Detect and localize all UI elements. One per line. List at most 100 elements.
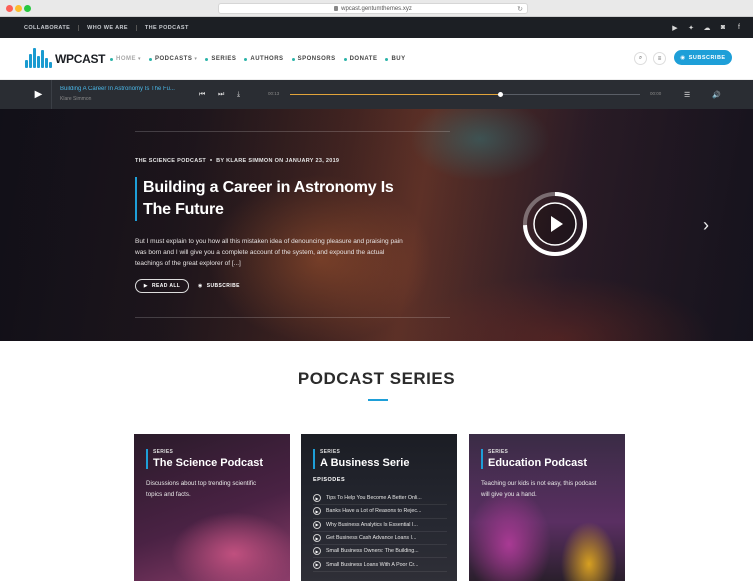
top-link-who-we-are[interactable]: WHO WE ARE (87, 25, 128, 31)
section-title-underline (368, 399, 388, 401)
read-all-label: READ ALL (151, 283, 181, 289)
meta-separator (210, 159, 213, 161)
youtube-icon[interactable]: ▶ (671, 24, 679, 32)
reload-icon[interactable]: ↻ (517, 5, 523, 15)
episode-item[interactable]: ▶ Get Business Cash Advance Loans I... (313, 532, 447, 546)
series-card-label: SERIES A Business Serie (313, 449, 409, 469)
play-icon[interactable]: ▶ (313, 534, 321, 543)
menu-icon[interactable]: ≡ (653, 52, 666, 65)
episode-item[interactable]: ▶ Small Business Owners: The Building... (313, 545, 447, 559)
player-track-title[interactable]: Building A Career In Astronomy Is The Fu… (60, 86, 188, 92)
player-progress-fill (290, 94, 500, 95)
nav-label: HOME (116, 56, 136, 62)
nav-item-podcasts[interactable]: PODCASTS ▾ (149, 56, 197, 62)
read-all-button[interactable]: ▶ READ ALL (135, 279, 189, 293)
nav-label: SERIES (211, 56, 237, 62)
series-card-name[interactable]: A Business Serie (320, 457, 409, 469)
episode-title: Why Business Analytics Is Essential I... (326, 521, 418, 528)
series-card-science[interactable]: SERIES The Science Podcast Discussions a… (134, 434, 290, 581)
play-icon[interactable]: ▶ (313, 520, 321, 529)
episode-item[interactable]: ▶ Small Business Loans With A Poor Cr... (313, 558, 447, 572)
top-link-the-podcast[interactable]: THE PODCAST (145, 25, 189, 31)
episodes-heading: EPISODES (313, 477, 346, 483)
nav-item-donate[interactable]: DONATE (343, 56, 378, 62)
top-bar: COLLABORATE WHO WE ARE THE PODCAST ▶ ✦ ☁… (0, 17, 753, 38)
rss-icon: ◉ (680, 54, 686, 61)
series-card-business[interactable]: SERIES A Business Serie EPISODES ▶ Tips T… (301, 434, 457, 581)
twitter-icon[interactable]: ✦ (687, 24, 695, 32)
play-icon[interactable]: ▶ (313, 507, 321, 516)
episode-item[interactable]: ▶ Why Business Analytics Is Essential I..… (313, 519, 447, 532)
hero-category[interactable]: THE SCIENCE PODCAST (135, 158, 206, 164)
episode-title: Banks Have a Lot of Reasons to Rejec... (326, 508, 422, 515)
nav-label: DONATE (349, 56, 378, 62)
site-header: WPCAST HOME ▾ PODCASTS ▾ SERIES AUTHORS SP… (0, 38, 753, 80)
top-link-collaborate[interactable]: COLLABORATE (24, 25, 70, 31)
nav-bullet-icon (291, 57, 295, 61)
hero-excerpt: But I must explain to you how all this m… (135, 238, 403, 267)
hero-subscribe-link[interactable]: ◉ SUBSCRIBE (198, 279, 240, 293)
close-window-button[interactable] (6, 5, 13, 12)
episode-list: ▶ Tips To Help You Become A Better Onli..… (313, 492, 447, 572)
series-card-kicker: SERIES (153, 449, 174, 455)
nav-bullet-icon (110, 57, 113, 61)
nav-item-home[interactable]: HOME ▾ (110, 56, 141, 62)
series-card-name[interactable]: The Science Podcast (153, 457, 263, 469)
series-card-name[interactable]: Education Podcast (488, 457, 587, 469)
maximize-window-button[interactable] (24, 5, 31, 12)
hero-play-button[interactable] (522, 191, 588, 257)
nav-item-authors[interactable]: AUTHORS (244, 56, 283, 62)
section-title: PODCAST SERIES (297, 369, 456, 388)
soundcloud-icon[interactable]: ☁ (703, 24, 711, 32)
top-nav-divider (135, 24, 137, 31)
play-icon[interactable]: ▶ (313, 547, 321, 556)
nav-item-series[interactable]: SERIES (205, 56, 236, 62)
site-logo[interactable]: WPCAST (24, 47, 106, 71)
instagram-icon[interactable]: ◙ (719, 24, 727, 31)
skip-forward-icon[interactable]: ⏭ (218, 80, 224, 109)
nav-label: SPONSORS (297, 56, 336, 62)
rss-icon: ◉ (198, 283, 203, 289)
facebook-icon[interactable]: f (735, 24, 743, 31)
play-icon[interactable]: ▶ (313, 494, 321, 503)
episode-item[interactable]: ▶ Banks Have a Lot of Reasons to Rejec... (313, 505, 447, 519)
nav-bullet-icon (149, 57, 153, 61)
series-card-label: SERIES The Science Podcast (146, 449, 263, 469)
top-nav: COLLABORATE WHO WE ARE THE PODCAST (24, 17, 189, 38)
nav-label: BUY (391, 56, 406, 62)
subscribe-label: SUBSCRIBE (688, 54, 726, 61)
audio-player: ▶ Building A Career In Astronomy Is The … (0, 80, 753, 109)
address-bar[interactable]: wpcast.gentumthemes.xyz ↻ (218, 3, 528, 14)
nav-bullet-icon (244, 57, 248, 61)
address-bar-url: wpcast.gentumthemes.xyz (341, 6, 412, 12)
hero-meta: THE SCIENCE PODCAST BY KLARE SIMMON ON JA… (135, 158, 339, 164)
player-play-button[interactable]: ▶ (26, 80, 52, 109)
player-progress-handle[interactable] (498, 92, 503, 97)
player-track-author: Klare Simmon (60, 96, 92, 102)
series-card-description: Teaching our kids is not easy, this podc… (481, 480, 597, 498)
episode-title: Small Business Loans With A Poor Cr... (326, 561, 419, 568)
nav-item-buy[interactable]: BUY (385, 56, 405, 62)
subscribe-button[interactable]: ◉ SUBSCRIBE (674, 50, 732, 65)
minimize-window-button[interactable] (15, 5, 22, 12)
playlist-icon[interactable]: ☰ (684, 80, 690, 109)
play-icon[interactable]: ▶ (313, 560, 321, 569)
chevron-down-icon: ▾ (194, 56, 198, 62)
search-icon[interactable]: ⌕ (634, 52, 647, 65)
series-card-kicker: SERIES (488, 449, 509, 455)
nav-bullet-icon (343, 57, 347, 61)
player-progress-track[interactable] (290, 92, 640, 97)
lock-icon (334, 6, 339, 11)
episode-item[interactable]: ▶ Tips To Help You Become A Better Onli..… (313, 492, 447, 506)
skip-back-icon[interactable]: ⏮ (199, 80, 205, 109)
episode-title: Tips To Help You Become A Better Onli... (326, 495, 422, 502)
series-card-education[interactable]: SERIES Education Podcast Teaching our ki… (469, 434, 625, 581)
download-icon[interactable]: ⤓ (237, 80, 240, 109)
next-slide-chevron-icon[interactable]: › (703, 215, 709, 236)
logo-waveform-icon (24, 47, 52, 71)
nav-item-sponsors[interactable]: SPONSORS (291, 56, 336, 62)
hero-byline: BY KLARE SIMMON ON JANUARY 23, 2019 (216, 158, 340, 164)
volume-icon[interactable]: 🔊 (712, 80, 721, 109)
nav-label: PODCASTS (155, 56, 193, 62)
hero-title[interactable]: Building a Career in Astronomy Is The Fu… (135, 177, 435, 221)
